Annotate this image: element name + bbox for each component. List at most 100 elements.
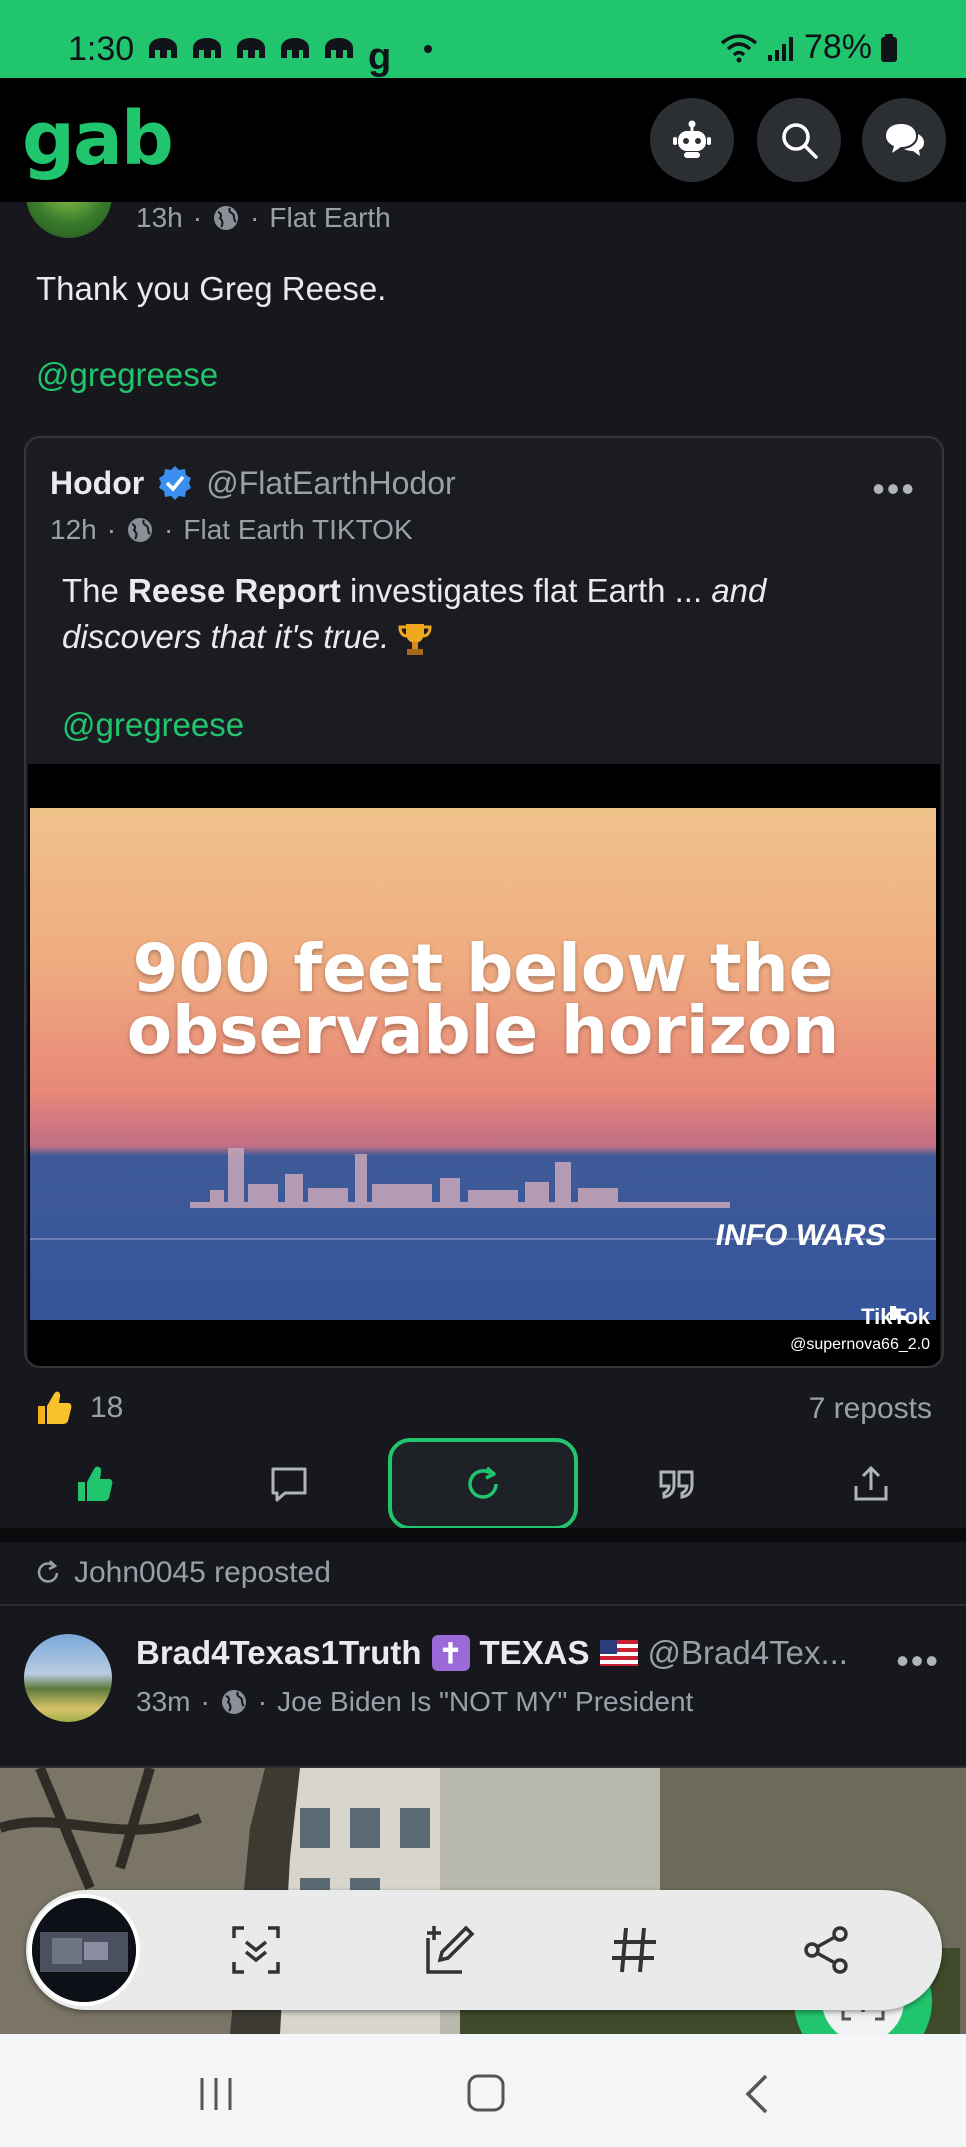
quote-author-handle[interactable]: @FlatEarthHodor <box>206 465 455 502</box>
feed[interactable]: 13h · · Flat Earth Thank you Greg Reese.… <box>0 202 966 2034</box>
tiktok-user: @supernova66_2.0 <box>790 1336 930 1353</box>
post2-author-suffix: TEXAS <box>479 1634 590 1671</box>
quote-marks-icon <box>657 1464 697 1504</box>
latin-cross-emoji-icon: ✝ <box>431 1635 470 1671</box>
meta-separator: · <box>200 1686 210 1717</box>
gab-notification-icon <box>190 36 224 62</box>
post2-author-row: Brad4Texas1Truth ✝ TEXAS @Brad4Tex... <box>136 1634 848 1672</box>
repost-label-text: John0045 reposted <box>74 1556 331 1589</box>
gab-logo[interactable]: gab <box>22 96 174 182</box>
globe-icon <box>220 1688 248 1716</box>
system-navigation-bar <box>0 2034 966 2147</box>
search-icon <box>779 120 819 160</box>
scroll-capture-icon <box>230 1924 282 1976</box>
recent-apps-button[interactable] <box>196 2074 236 2114</box>
separator <box>0 1604 966 1606</box>
quote-time[interactable]: 12h <box>50 514 97 546</box>
scroll-capture-button[interactable] <box>226 1920 286 1980</box>
post-text: Thank you Greg Reese. <box>36 270 387 307</box>
post-action-bar <box>0 1438 966 1534</box>
post2-meta: 33m · · Joe Biden Is "NOT MY" President <box>136 1686 693 1718</box>
quote-mention[interactable]: @gregreese <box>62 702 882 748</box>
reaction-summary[interactable]: 18 <box>34 1388 123 1428</box>
home-icon <box>466 2072 506 2114</box>
caption-line2: observable horizon <box>126 992 840 1069</box>
share-toolbar-button[interactable] <box>796 1920 856 1980</box>
post-group[interactable]: Flat Earth <box>269 202 390 234</box>
meta-separator: · <box>250 202 260 233</box>
us-flag-icon <box>599 1640 638 1666</box>
more-notifications-dot <box>424 45 432 53</box>
infowars-watermark: INFO WARS <box>713 1219 889 1252</box>
repost-small-icon <box>34 1559 62 1587</box>
trophy-icon <box>398 621 432 657</box>
repost-label[interactable]: John0045 reposted <box>34 1556 331 1590</box>
quote-author-row: Hodor @FlatEarthHodor <box>50 464 456 502</box>
repost-icon <box>463 1464 503 1504</box>
quote-text-mid: investigates flat Earth ... <box>340 572 712 609</box>
back-button[interactable] <box>740 2072 772 2116</box>
gab-notification-icon <box>322 36 356 62</box>
quote-more-options-icon[interactable]: ••• <box>872 468 916 510</box>
post-time[interactable]: 13h <box>136 202 183 234</box>
search-button[interactable] <box>757 98 841 182</box>
home-button[interactable] <box>466 2072 506 2114</box>
like-button[interactable] <box>0 1438 190 1530</box>
post-meta: 13h · · Flat Earth <box>136 202 391 234</box>
quote-group[interactable]: Flat Earth TIKTOK <box>183 514 412 546</box>
post2-more-options-icon[interactable]: ••• <box>896 1640 940 1682</box>
app-header: gab <box>0 78 966 202</box>
post2-time[interactable]: 33m <box>136 1686 190 1718</box>
video-player[interactable]: 900 feet below the observable horizon IN… <box>28 764 940 1366</box>
notification-icons: g <box>146 36 432 78</box>
quote-text-pre: The <box>62 572 129 609</box>
post2-group[interactable]: Joe Biden Is "NOT MY" President <box>277 1686 693 1718</box>
gab-notification-icon <box>234 36 268 62</box>
quote-author-name[interactable]: Hodor <box>50 465 144 502</box>
battery-percent: 78% <box>803 28 872 66</box>
status-right: 78% <box>720 28 898 67</box>
floating-toolbar <box>26 1890 942 2010</box>
battery-icon <box>880 33 898 63</box>
robot-icon <box>671 119 713 161</box>
post-divider <box>0 1528 966 1542</box>
signal-icon <box>766 33 796 63</box>
chat-button[interactable] <box>862 98 946 182</box>
comment-icon <box>269 1464 309 1504</box>
gab-notification-icon <box>146 36 180 62</box>
tiktok-label: TikTok <box>861 1304 930 1329</box>
repost-button[interactable] <box>388 1438 578 1530</box>
share-button[interactable] <box>776 1438 966 1530</box>
chat-bubbles-icon <box>882 120 926 160</box>
meta-separator: · <box>164 514 174 545</box>
video-caption: 900 feet below the observable horizon <box>30 930 936 1069</box>
quote-button[interactable] <box>582 1438 772 1530</box>
caption-line1: 900 feet below the <box>132 930 834 1007</box>
quote-meta: 12h · · Flat Earth TIKTOK <box>50 514 413 546</box>
meta-separator: · <box>106 514 117 545</box>
share-nodes-icon <box>800 1924 852 1976</box>
globe-icon <box>212 204 240 232</box>
quoted-post[interactable]: Hodor @FlatEarthHodor ••• 12h · · Flat E… <box>24 436 944 1368</box>
thumbs-up-emoji-icon <box>34 1388 74 1428</box>
back-chevron-icon <box>740 2072 772 2116</box>
post-mention[interactable]: @gregreese <box>36 356 386 394</box>
draw-edit-button[interactable] <box>420 1920 480 1980</box>
gab-notification-icon <box>278 36 312 62</box>
globe-icon <box>126 516 154 544</box>
quote-body: The Reese Report investigates flat Earth… <box>62 568 882 748</box>
verified-badge-icon <box>156 464 194 502</box>
post2-author-name[interactable]: Brad4Texas1Truth <box>136 1634 422 1672</box>
meta-separator: · <box>192 202 203 233</box>
post2-author-avatar[interactable] <box>24 1634 112 1722</box>
ai-bot-button[interactable] <box>650 98 734 182</box>
screenshot-thumbnail[interactable] <box>28 1894 140 2006</box>
status-bar: 1:30 g 78% <box>0 0 966 78</box>
like-count: 18 <box>90 1391 124 1424</box>
hashtag-button[interactable] <box>604 1920 664 1980</box>
post-author-avatar[interactable] <box>26 202 112 238</box>
reposts-count[interactable]: 7 reposts <box>809 1392 932 1426</box>
gab-g-notification-icon: g <box>368 36 392 78</box>
comment-button[interactable] <box>194 1438 384 1530</box>
post2-author-handle[interactable]: @Brad4Tex... <box>648 1634 848 1672</box>
